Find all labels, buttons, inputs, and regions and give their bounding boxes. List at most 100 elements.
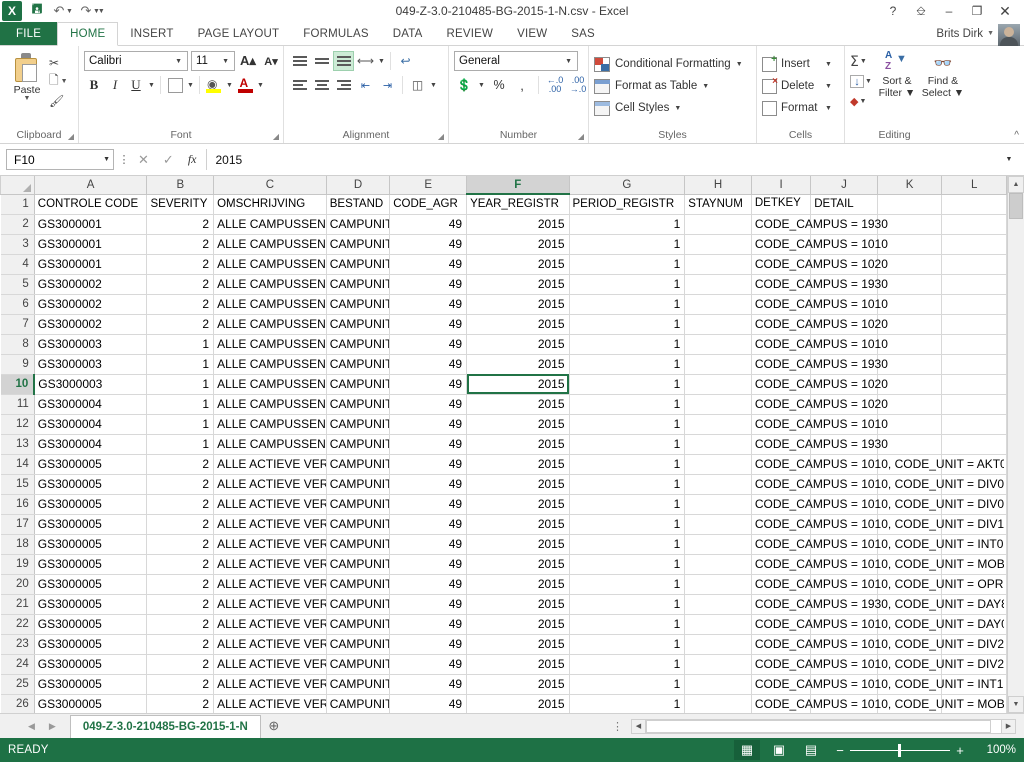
cell-B11[interactable]: 1: [146, 394, 215, 415]
cell-F21[interactable]: 2015: [466, 594, 570, 615]
cell-I13[interactable]: CODE_CAMPUS = 1930: [751, 434, 888, 455]
previous-sheet-icon[interactable]: ◀: [28, 721, 35, 732]
cell-A2[interactable]: GS3000001: [34, 214, 148, 235]
cell-F10[interactable]: 2015: [466, 374, 570, 395]
cell-A10[interactable]: GS3000003: [34, 374, 148, 395]
scroll-right-icon[interactable]: ▶: [1001, 718, 1016, 734]
cell-I26[interactable]: CODE_CAMPUS = 1010, CODE_UNIT = MOB8: [751, 694, 1004, 713]
table-row[interactable]: 15 GS3000005 2 ALLE ACTIEVE VER CAMPUNIT 49 20…: [0, 474, 1007, 495]
font-size-dropdown-icon[interactable]: ▼: [219, 58, 232, 65]
cell-D22[interactable]: CAMPUNIT: [326, 614, 391, 635]
borders-button[interactable]: [165, 75, 185, 95]
row-header[interactable]: 13: [0, 434, 35, 455]
cut-button[interactable]: ✂: [49, 54, 68, 71]
align-right-button[interactable]: [333, 75, 354, 95]
insert-dropdown-icon[interactable]: ▼: [825, 61, 832, 68]
cell-A25[interactable]: GS3000005: [34, 674, 148, 695]
cell-L1[interactable]: [941, 194, 1007, 215]
cell-E23[interactable]: 49: [389, 634, 468, 655]
cell-B8[interactable]: 1: [146, 334, 215, 355]
autosum-dropdown-icon[interactable]: ▼: [860, 58, 867, 65]
cell-H2[interactable]: [684, 214, 752, 235]
fill-button[interactable]: ↓ ▼: [850, 72, 872, 91]
cell-H15[interactable]: [684, 474, 752, 495]
cell-D13[interactable]: CAMPUNIT: [326, 434, 391, 455]
customize-qat-icon[interactable]: ▼: [98, 8, 105, 15]
merge-center-button[interactable]: ◫: [407, 75, 428, 95]
cell-F25[interactable]: 2015: [466, 674, 570, 695]
cell-I11[interactable]: CODE_CAMPUS = 1020: [751, 394, 888, 415]
tab-review[interactable]: REVIEW: [435, 22, 506, 45]
tab-sas[interactable]: SAS: [559, 22, 607, 45]
cell-L3[interactable]: [941, 234, 1007, 255]
cell-H25[interactable]: [684, 674, 752, 695]
cell-I24[interactable]: CODE_CAMPUS = 1010, CODE_UNIT = DIV225: [751, 654, 1004, 675]
fill-color-dropdown-icon[interactable]: ▼: [225, 82, 234, 89]
cell-G21[interactable]: 1: [569, 594, 686, 615]
cell-F20[interactable]: 2015: [466, 574, 570, 595]
cell-D12[interactable]: CAMPUNIT: [326, 414, 391, 435]
cell-C1[interactable]: OMSCHRIJVING: [213, 194, 327, 215]
cell-I12[interactable]: CODE_CAMPUS = 1010: [751, 414, 888, 435]
restore-icon[interactable]: ❐: [964, 1, 990, 21]
table-row[interactable]: 5 GS3000002 2 ALLE CAMPUSSEN CAMPUNIT 49 2015 1…: [0, 274, 1007, 295]
cell-G15[interactable]: 1: [569, 474, 686, 495]
cell-E11[interactable]: 49: [389, 394, 468, 415]
row-header[interactable]: 16: [0, 494, 35, 515]
cell-D19[interactable]: CAMPUNIT: [326, 554, 391, 575]
cell-B20[interactable]: 2: [146, 574, 215, 595]
cell-B19[interactable]: 2: [146, 554, 215, 575]
top-align-button[interactable]: [289, 51, 310, 71]
orientation-dropdown-icon[interactable]: ▼: [377, 58, 386, 65]
account-area[interactable]: Brits Dirk ▼: [936, 22, 1024, 46]
cell-I18[interactable]: CODE_CAMPUS = 1010, CODE_UNIT = INT065: [751, 534, 1004, 555]
increase-indent-button[interactable]: ⇥: [377, 75, 398, 95]
cell-L8[interactable]: [941, 334, 1007, 355]
row-header[interactable]: 7: [0, 314, 35, 335]
cell-A20[interactable]: GS3000005: [34, 574, 148, 595]
cell-I4[interactable]: CODE_CAMPUS = 1020: [751, 254, 888, 275]
cell-L4[interactable]: [941, 254, 1007, 275]
cell-D16[interactable]: CAMPUNIT: [326, 494, 391, 515]
accounting-dropdown-icon[interactable]: ▼: [477, 82, 486, 89]
cell-E15[interactable]: 49: [389, 474, 468, 495]
cell-F6[interactable]: 2015: [466, 294, 570, 315]
cell-H19[interactable]: [684, 554, 752, 575]
cell-I10[interactable]: CODE_CAMPUS = 1020: [751, 374, 888, 395]
font-name-dropdown-icon[interactable]: ▼: [172, 58, 185, 65]
cell-A12[interactable]: GS3000004: [34, 414, 148, 435]
row-header[interactable]: 3: [0, 234, 35, 255]
tab-home[interactable]: HOME: [57, 22, 119, 46]
cell-J1[interactable]: DETAIL: [810, 194, 878, 215]
select-all-corner[interactable]: [0, 176, 35, 195]
cell-F24[interactable]: 2015: [466, 654, 570, 675]
sort-filter-button[interactable]: A Z ▼ Sort & Filter ▼: [875, 50, 919, 99]
collapse-ribbon-icon[interactable]: ^: [1014, 130, 1019, 141]
cell-D4[interactable]: CAMPUNIT: [326, 254, 391, 275]
cell-A22[interactable]: GS3000005: [34, 614, 148, 635]
cell-G6[interactable]: 1: [569, 294, 686, 315]
cell-C21[interactable]: ALLE ACTIEVE VER: [213, 594, 327, 615]
zoom-thumb[interactable]: [898, 743, 901, 757]
tab-insert[interactable]: INSERT: [118, 22, 185, 45]
column-header-g[interactable]: G: [568, 176, 686, 195]
cell-C6[interactable]: ALLE CAMPUSSEN: [213, 294, 327, 315]
vertical-scroll-track[interactable]: [1008, 193, 1024, 696]
cell-F8[interactable]: 2015: [466, 334, 570, 355]
cell-H23[interactable]: [684, 634, 752, 655]
accounting-format-button[interactable]: 💲: [454, 75, 474, 95]
save-icon[interactable]: 🖪: [26, 1, 48, 21]
cell-G17[interactable]: 1: [569, 514, 686, 535]
cell-F4[interactable]: 2015: [466, 254, 570, 275]
cell-A16[interactable]: GS3000005: [34, 494, 148, 515]
row-header[interactable]: 11: [0, 394, 35, 415]
wrap-text-button[interactable]: ↩: [395, 51, 416, 71]
help-icon[interactable]: ?: [880, 1, 906, 21]
cell-I5[interactable]: CODE_CAMPUS = 1930: [751, 274, 888, 295]
middle-align-button[interactable]: [311, 51, 332, 71]
percent-style-button[interactable]: %: [489, 75, 509, 95]
cell-I1[interactable]: DETKEY: [751, 194, 812, 215]
cell-A5[interactable]: GS3000002: [34, 274, 148, 295]
cell-E4[interactable]: 49: [389, 254, 468, 275]
cell-I23[interactable]: CODE_CAMPUS = 1010, CODE_UNIT = DIV215: [751, 634, 1004, 655]
